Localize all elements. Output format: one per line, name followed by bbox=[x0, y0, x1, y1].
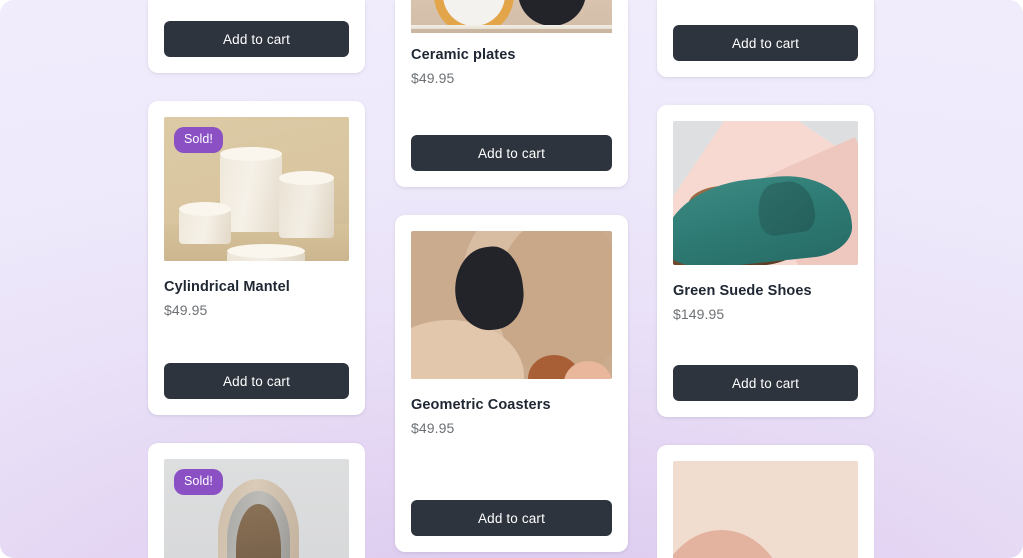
green-suede-shoe-image bbox=[673, 121, 858, 265]
product-card-cylindrical-mantel[interactable]: Sold! Cylindrical Mantel $49.95 Add to c… bbox=[148, 101, 365, 415]
product-card-partial-top: Add to cart bbox=[148, 0, 365, 73]
product-image-green-suede-shoes[interactable] bbox=[673, 121, 858, 265]
product-title: Ceramic plates bbox=[411, 47, 516, 63]
product-column-left: Add to cart Sold! Cylindrical Mantel $49… bbox=[148, 0, 381, 558]
product-card-geometric-coasters[interactable]: Geometric Coasters $49.95 Add to cart bbox=[395, 215, 628, 552]
add-to-cart-button[interactable]: Add to cart bbox=[411, 500, 612, 536]
product-column-right: Add to cart Green Suede Shoes $149.95 Ad… bbox=[657, 0, 890, 558]
product-card-green-suede-shoes[interactable]: Green Suede Shoes $149.95 Add to cart bbox=[657, 105, 874, 417]
ceramic-plates-image bbox=[411, 0, 612, 33]
product-grid-page: Add to cart Sold! Cylindrical Mantel $49… bbox=[0, 0, 1023, 558]
product-card-partial-bottom[interactable]: Sold! bbox=[148, 443, 365, 558]
product-title: Geometric Coasters bbox=[411, 397, 551, 413]
status-badge-sold: Sold! bbox=[174, 127, 223, 153]
product-image-cylindrical-mantel[interactable]: Sold! bbox=[164, 117, 349, 261]
product-column-middle: Ceramic plates $49.95 Add to cart Geomet… bbox=[395, 0, 628, 552]
product-title: Cylindrical Mantel bbox=[164, 279, 290, 295]
add-to-cart-button[interactable]: Add to cart bbox=[164, 21, 349, 57]
peach-abstract-image bbox=[673, 461, 858, 558]
product-image-peach-abstract[interactable] bbox=[673, 461, 858, 558]
product-price: $49.95 bbox=[411, 420, 455, 436]
add-to-cart-button[interactable]: Add to cart bbox=[673, 25, 858, 61]
product-card-ceramic-plates[interactable]: Ceramic plates $49.95 Add to cart bbox=[395, 0, 628, 187]
product-price: $49.95 bbox=[164, 302, 208, 318]
product-price: $49.95 bbox=[411, 70, 455, 86]
product-image-ceramic-plates[interactable] bbox=[411, 0, 612, 33]
tan-geometric-coasters-image bbox=[411, 231, 612, 379]
product-card-partial-top: Add to cart bbox=[657, 0, 874, 77]
product-card-partial-bottom[interactable] bbox=[657, 445, 874, 558]
add-to-cart-button[interactable]: Add to cart bbox=[164, 363, 349, 399]
add-to-cart-button[interactable]: Add to cart bbox=[411, 135, 612, 171]
product-title: Green Suede Shoes bbox=[673, 283, 812, 299]
product-image-geometric-coasters[interactable] bbox=[411, 231, 612, 379]
status-badge-sold: Sold! bbox=[174, 469, 223, 495]
product-price: $149.95 bbox=[673, 306, 725, 322]
add-to-cart-button[interactable]: Add to cart bbox=[673, 365, 858, 401]
product-image-arch[interactable]: Sold! bbox=[164, 459, 349, 558]
